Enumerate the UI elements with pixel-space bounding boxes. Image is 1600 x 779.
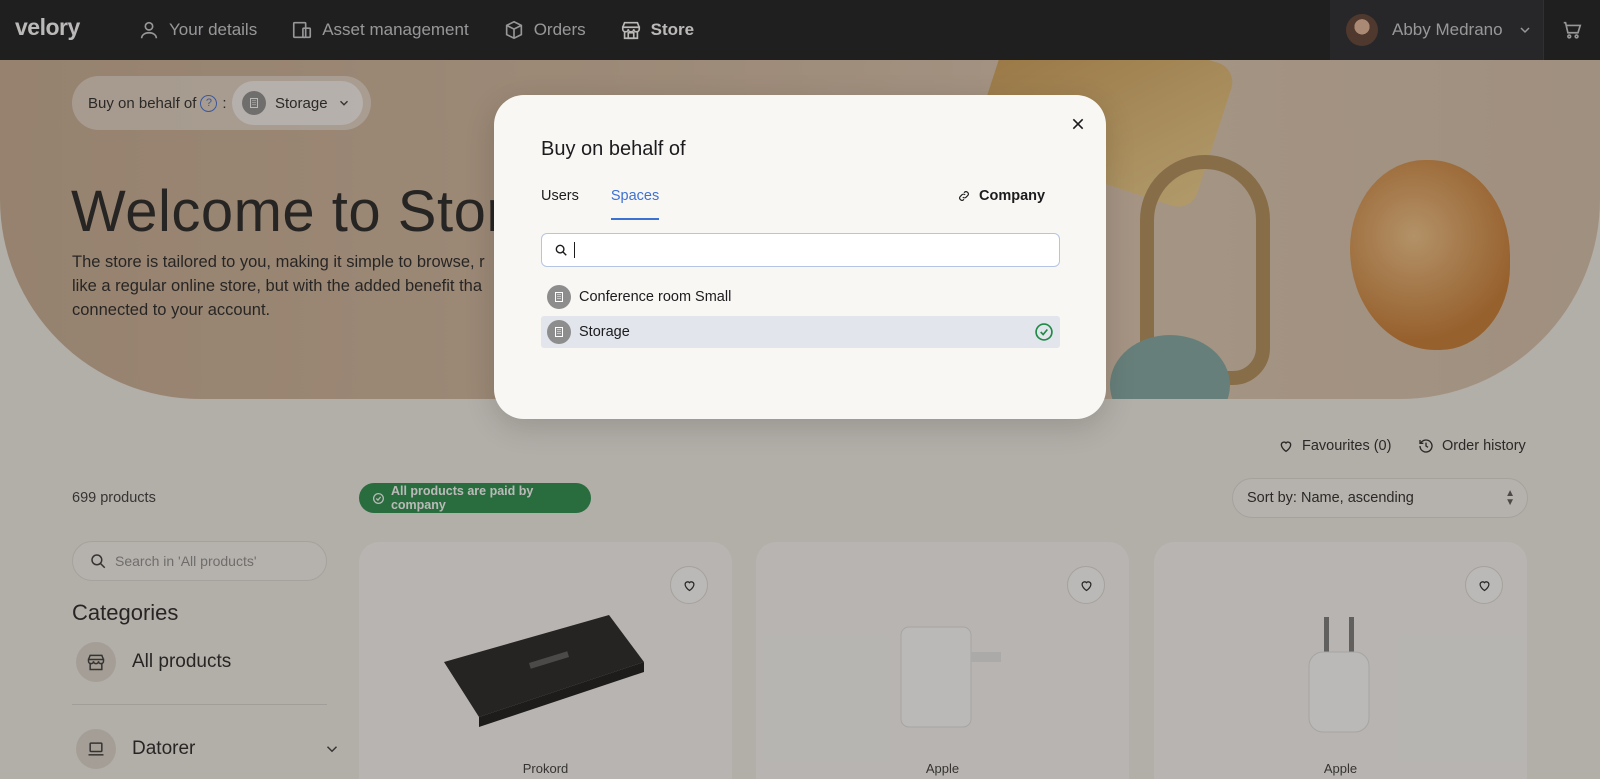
building-icon [547,285,571,309]
link-icon [959,191,969,201]
space-option-conference-room-small[interactable]: Conference room Small [541,281,1060,313]
check-circle-icon [1035,323,1053,341]
close-button[interactable] [1066,112,1090,136]
modal-tabs: Users Spaces [541,188,660,220]
buy-on-behalf-modal: Buy on behalf of Users Spaces Company Co… [494,95,1106,419]
space-search-field[interactable] [581,242,1059,258]
close-icon [1072,118,1084,130]
company-link[interactable]: Company [957,188,1045,204]
building-icon [547,320,571,344]
space-option-storage[interactable]: Storage [541,316,1060,348]
space-search-input[interactable] [541,233,1060,267]
tab-spaces[interactable]: Spaces [610,188,660,220]
modal-title: Buy on behalf of [541,138,686,160]
tab-users[interactable]: Users [541,188,579,220]
search-icon [555,244,567,256]
text-caret [574,242,575,258]
